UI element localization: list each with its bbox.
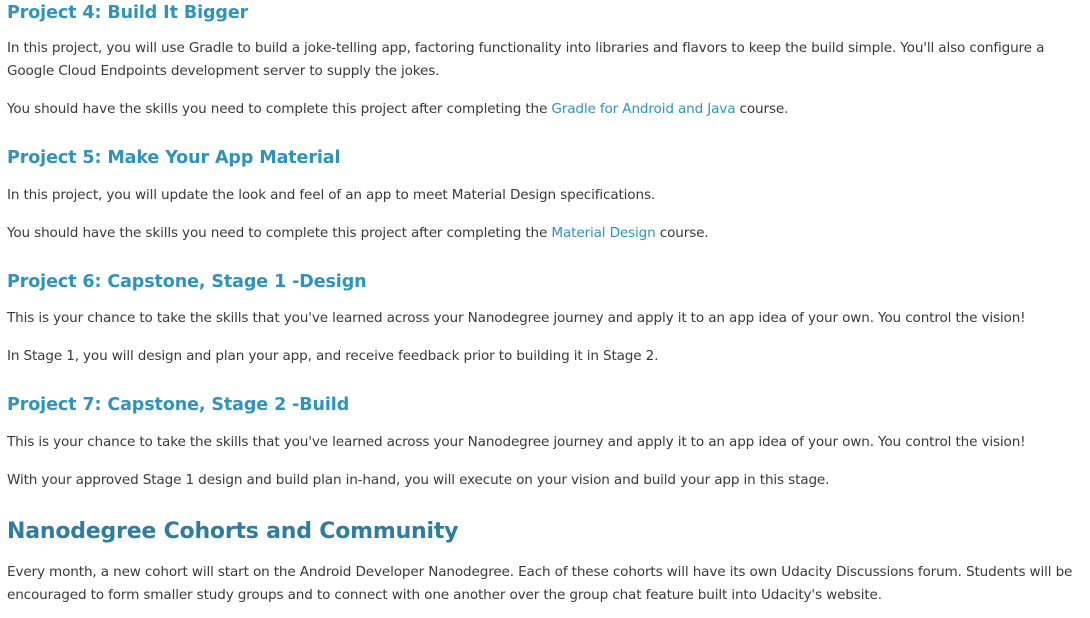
project-4-description: In this project, you will use Gradle to …: [7, 37, 1080, 83]
project-6-title: Project 6: Capstone, Stage 1 -Design: [7, 272, 367, 292]
community-paragraph: Every month, a new cohort will start on …: [7, 564, 1073, 603]
project-4-section: Project 4: Build It Bigger: [7, 1, 1080, 25]
project-5-title: Project 5: Make Your App Material: [7, 148, 341, 168]
project-7-paragraph-1: This is your chance to take the skills t…: [7, 434, 1026, 450]
project-4-paragraph: In this project, you will use Gradle to …: [7, 40, 1045, 79]
project-4-skills-text: You should have the skills you need to c…: [7, 98, 1080, 121]
material-design-course-link[interactable]: Material Design: [551, 225, 655, 241]
project-6-section: Project 6: Capstone, Stage 1 -Design: [7, 270, 1080, 294]
community-title: Nanodegree Cohorts and Community: [7, 519, 459, 544]
project-7-description: This is your chance to take the skills t…: [7, 431, 1080, 454]
project-5-skills-prefix: You should have the skills you need to c…: [7, 225, 552, 241]
project-5-skills-text: You should have the skills you need to c…: [7, 222, 1080, 245]
project-4-title: Project 4: Build It Bigger: [7, 3, 249, 23]
project-7-stage-info: With your approved Stage 1 design and bu…: [7, 469, 1080, 492]
project-7-paragraph-2: With your approved Stage 1 design and bu…: [7, 472, 830, 488]
project-5-skills-suffix: course.: [655, 225, 709, 241]
project-7-section: Project 7: Capstone, Stage 2 -Build: [7, 393, 1080, 417]
project-6-stage-info: In Stage 1, you will design and plan you…: [7, 345, 1080, 368]
project-7-title: Project 7: Capstone, Stage 2 -Build: [7, 395, 350, 415]
community-description: Every month, a new cohort will start on …: [7, 561, 1080, 607]
community-section: Nanodegree Cohorts and Community: [7, 517, 1080, 547]
project-5-description: In this project, you will update the loo…: [7, 184, 1080, 207]
project-6-paragraph-2: In Stage 1, you will design and plan you…: [7, 348, 659, 364]
project-5-section: Project 5: Make Your App Material: [7, 146, 1080, 170]
project-5-paragraph: In this project, you will update the loo…: [7, 187, 656, 203]
project-6-paragraph-1: This is your chance to take the skills t…: [7, 310, 1026, 326]
project-4-skills-prefix: You should have the skills you need to c…: [7, 101, 552, 117]
gradle-course-link[interactable]: Gradle for Android and Java: [551, 101, 735, 117]
project-6-description: This is your chance to take the skills t…: [7, 307, 1080, 330]
project-5-skills: You should have the skills you need to c…: [7, 222, 1080, 245]
project-4-skills-suffix: course.: [735, 101, 789, 117]
project-4-skills: You should have the skills you need to c…: [7, 98, 1080, 121]
page-content: Project 4: Build It Bigger In this proje…: [0, 0, 1090, 618]
